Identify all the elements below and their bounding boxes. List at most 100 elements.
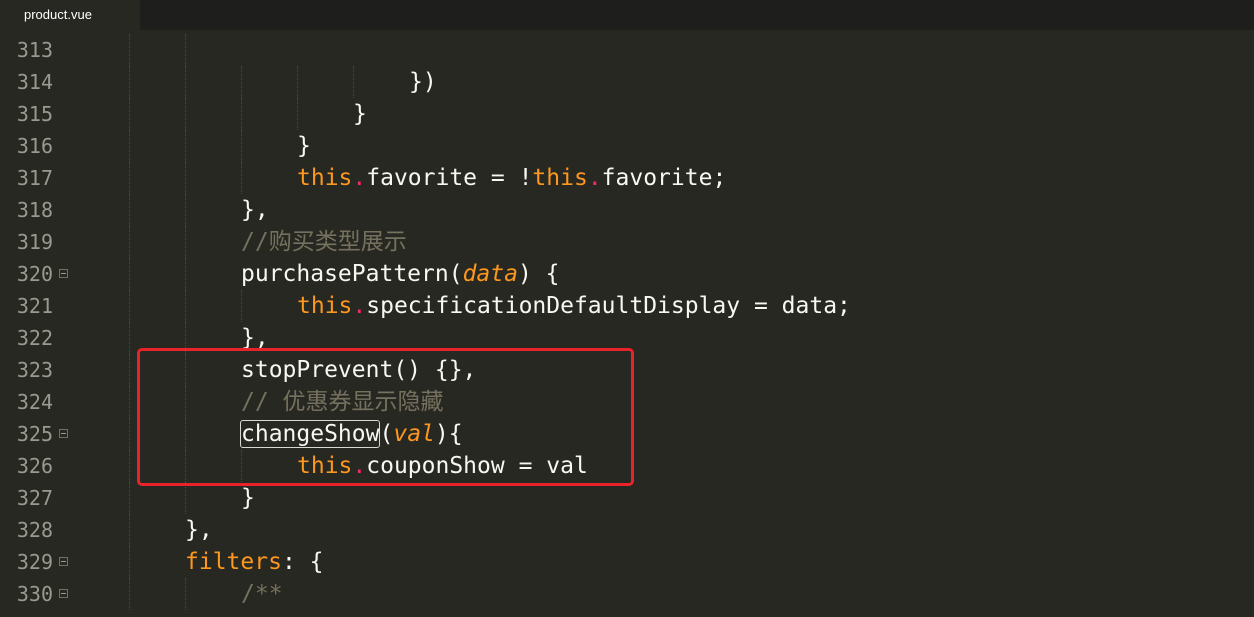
code-line[interactable]: 313 (0, 34, 1254, 66)
code-line[interactable]: 323 stopPrevent() {}, (0, 354, 1254, 386)
code-token: . (352, 453, 367, 479)
code-line[interactable]: 330 /** (0, 578, 1254, 610)
tab-product-vue[interactable]: product.vue (0, 0, 140, 30)
line-number: 329 (16, 550, 53, 574)
code-line[interactable]: 328}, (0, 514, 1254, 546)
indent-guide (185, 162, 186, 194)
code-token: this (297, 453, 353, 479)
indent-guide (185, 386, 186, 418)
code-token: ){ (434, 421, 463, 447)
indent-guide (241, 162, 242, 194)
fold-toggle-icon[interactable] (59, 269, 68, 278)
code-line[interactable]: 316} (0, 130, 1254, 162)
code-token: . (352, 165, 367, 191)
code-token: this (297, 293, 353, 319)
indent-guide (297, 98, 298, 130)
indent-guide (185, 482, 186, 514)
code-token: data (462, 261, 518, 287)
indent-guide (129, 66, 130, 98)
indent-guide (185, 130, 186, 162)
tab-label: product.vue (24, 7, 92, 22)
fold-toggle-icon[interactable] (59, 589, 68, 598)
indent-guide (185, 322, 186, 354)
code-line[interactable]: 324 // 优惠券显示隐藏 (0, 386, 1254, 418)
code-editor[interactable]: 313 314}) 315} 316} 317 this.favorite = !this… (0, 34, 1254, 617)
indent-guide (129, 450, 130, 482)
indent-guide (129, 386, 130, 418)
line-number: 314 (16, 70, 53, 94)
code-token: stopPrevent() {}, (241, 357, 477, 383)
code-line[interactable]: 326 this.couponShow = val (0, 450, 1254, 482)
code-text: } (241, 482, 255, 514)
code-token: purchasePattern( (241, 261, 463, 287)
code-text: stopPrevent() {}, (241, 354, 476, 386)
code-token: // 优惠券显示隐藏 (241, 389, 444, 415)
code-line[interactable]: 317 this.favorite = !this.favorite; (0, 162, 1254, 194)
code-line[interactable]: 322}, (0, 322, 1254, 354)
code-text: }, (241, 194, 269, 226)
indent-guide (129, 354, 130, 386)
line-number: 322 (16, 326, 53, 350)
code-token: ( (379, 421, 394, 447)
matched-identifier: changeShow (239, 420, 381, 448)
code-token: . (587, 165, 602, 191)
indent-guide (185, 354, 186, 386)
indent-guide (129, 226, 130, 258)
indent-guide (241, 98, 242, 130)
code-text: filters: { (185, 546, 323, 578)
line-number: 328 (16, 518, 53, 542)
code-token: /** (241, 581, 283, 607)
code-line[interactable]: 318}, (0, 194, 1254, 226)
indent-guide (241, 290, 242, 322)
code-line[interactable]: 315} (0, 98, 1254, 130)
indent-guide (129, 34, 130, 66)
indent-guide (129, 482, 130, 514)
indent-guide (241, 66, 242, 98)
code-line[interactable]: 321 this.specificationDefaultDisplay = da… (0, 290, 1254, 322)
code-token: ) { (517, 261, 560, 287)
indent-guide (129, 322, 130, 354)
code-token: }, (241, 325, 269, 351)
code-line[interactable]: 327} (0, 482, 1254, 514)
code-line[interactable]: 325 changeShow(val){ (0, 418, 1254, 450)
code-line[interactable]: 329 filters: { (0, 546, 1254, 578)
code-text: this.specificationDefaultDisplay = data; (297, 290, 851, 322)
indent-guide (185, 290, 186, 322)
indent-guide (129, 98, 130, 130)
code-text: } (353, 98, 367, 130)
line-number: 315 (16, 102, 53, 126)
indent-guide (185, 66, 186, 98)
code-text: this.couponShow = val (297, 450, 588, 482)
line-number: 320 (16, 262, 53, 286)
code-text: }, (185, 514, 213, 546)
indent-guide (297, 66, 298, 98)
line-number: 325 (16, 422, 53, 446)
indent-guide (185, 258, 186, 290)
fold-toggle-icon[interactable] (59, 429, 68, 438)
code-text: /** (241, 578, 283, 610)
code-line[interactable]: 320 purchasePattern(data) { (0, 258, 1254, 290)
code-text: }, (241, 322, 269, 354)
code-token: favorite = ! (366, 165, 533, 191)
indent-guide (129, 194, 130, 226)
indent-guide (129, 162, 130, 194)
line-number: 313 (16, 38, 53, 62)
line-number: 316 (16, 134, 53, 158)
code-token: }) (409, 69, 437, 95)
code-text: changeShow(val){ (239, 418, 463, 450)
line-number: 324 (16, 390, 53, 414)
fold-toggle-icon[interactable] (59, 557, 68, 566)
indent-guide (185, 226, 186, 258)
indent-guide (185, 98, 186, 130)
code-token: }, (185, 517, 213, 543)
code-line[interactable]: 314}) (0, 66, 1254, 98)
indent-guide (129, 258, 130, 290)
code-token: } (297, 133, 311, 159)
code-token: }, (241, 197, 269, 223)
indent-guide (129, 546, 130, 578)
line-number: 318 (16, 198, 53, 222)
code-line[interactable]: 319 //购买类型展示 (0, 226, 1254, 258)
indent-guide (185, 450, 186, 482)
indent-guide (185, 418, 186, 450)
indent-guide (241, 450, 242, 482)
